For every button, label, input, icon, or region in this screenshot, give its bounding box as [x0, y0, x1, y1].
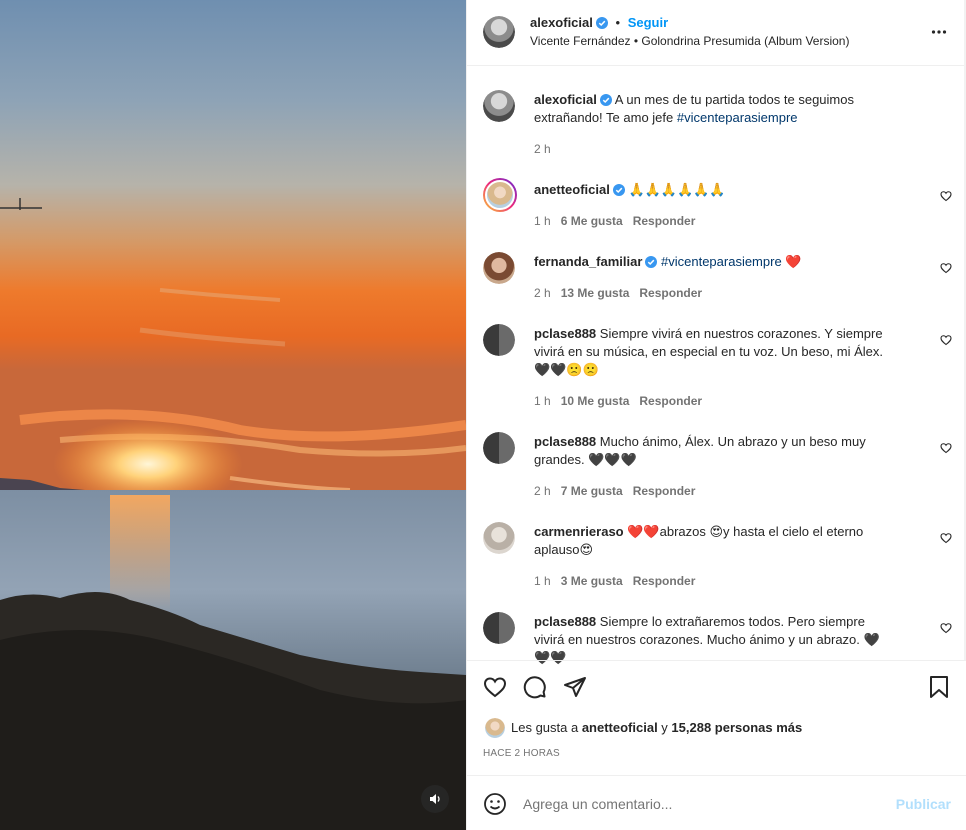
comment-input[interactable]: [523, 793, 883, 815]
comment-avatar[interactable]: [483, 178, 517, 212]
heart-icon[interactable]: [483, 675, 507, 699]
likes-prefix: Les gusta a: [511, 720, 582, 735]
author-avatar[interactable]: [483, 16, 515, 48]
reply-button[interactable]: Responder: [633, 574, 696, 588]
emoji-icon[interactable]: [483, 792, 507, 816]
more-options-button[interactable]: [931, 24, 947, 45]
comment-username[interactable]: anetteoficial: [534, 182, 610, 197]
comment-text: pclase888 Mucho ánimo, Álex. Un abrazo y…: [534, 433, 894, 469]
post-timestamp[interactable]: HACE 2 HORAS: [483, 748, 560, 759]
comment-time[interactable]: 1 h: [534, 214, 551, 228]
comment-avatar[interactable]: [483, 432, 515, 464]
comment-likes[interactable]: 10 Me gusta: [561, 394, 630, 408]
heart-icon[interactable]: [940, 532, 952, 544]
comment-time[interactable]: 1 h: [534, 394, 551, 408]
comment-meta: 1 h 10 Me gusta Responder: [534, 394, 702, 408]
heart-icon[interactable]: [940, 190, 952, 202]
share-icon[interactable]: [563, 675, 587, 699]
more-icon: [931, 30, 947, 34]
likes-avatar[interactable]: [485, 718, 505, 738]
header-separator: •: [615, 15, 621, 30]
audio-attribution[interactable]: Vicente Fernández • Golondrina Presumida…: [530, 34, 849, 48]
comment-username[interactable]: pclase888: [534, 434, 596, 449]
post-media[interactable]: [0, 0, 466, 830]
likes-first-user[interactable]: anetteoficial: [582, 720, 658, 735]
comment-text: pclase888 Siempre vivirá en nuestros cor…: [534, 325, 894, 379]
caption-text: alexoficial A un mes de tu partida todos…: [534, 91, 894, 127]
comment-text: anetteoficial 🙏🙏🙏🙏🙏🙏: [534, 181, 894, 199]
post-panel: alexoficial • Seguir Vicente Fernández •…: [466, 0, 966, 830]
comment-avatar[interactable]: [483, 324, 515, 356]
verified-icon: [612, 184, 625, 196]
comment-time[interactable]: 1 h: [534, 574, 551, 588]
comment-icon[interactable]: [523, 675, 547, 699]
comment-text: carmenrieraso ❤️❤️abrazos 😍y hasta el ci…: [534, 523, 894, 559]
post-header: alexoficial • Seguir Vicente Fernández •…: [467, 0, 966, 66]
heart-icon[interactable]: [940, 442, 952, 454]
post-modal: alexoficial • Seguir Vicente Fernández •…: [0, 0, 966, 830]
comment-text: pclase888 Siempre lo extrañaremos todos.…: [534, 613, 894, 667]
sunset-video: [0, 0, 466, 830]
post-actions: Les gusta a anetteoficial y 15,288 perso…: [467, 660, 966, 775]
heart-icon[interactable]: [940, 334, 952, 346]
publish-button[interactable]: Publicar: [896, 796, 951, 812]
comment-meta: 1 h 6 Me gusta Responder: [534, 214, 695, 228]
caption-time[interactable]: 2 h: [534, 142, 551, 156]
comment-likes[interactable]: 13 Me gusta: [561, 286, 630, 300]
verified-icon: [595, 17, 608, 29]
comment-meta: 1 h 3 Me gusta Responder: [534, 574, 695, 588]
comment-likes[interactable]: 7 Me gusta: [561, 484, 623, 498]
reply-button[interactable]: Responder: [633, 484, 696, 498]
comment-username[interactable]: pclase888: [534, 326, 596, 341]
audio-toggle-button[interactable]: [421, 785, 449, 813]
comment-meta: 2 h 13 Me gusta Responder: [534, 286, 702, 300]
verified-icon: [645, 256, 658, 268]
comment-time[interactable]: 2 h: [534, 286, 551, 300]
comment-text: fernanda_familiar #vicenteparasiempre ❤️: [534, 253, 894, 271]
comment-avatar[interactable]: [483, 252, 515, 284]
comment-avatar[interactable]: [483, 522, 515, 554]
comment-username[interactable]: pclase888: [534, 614, 596, 629]
author-username[interactable]: alexoficial: [530, 15, 593, 30]
comment-username[interactable]: carmenrieraso: [534, 524, 624, 539]
comment-body[interactable]: #vicenteparasiempre ❤️: [661, 254, 801, 269]
heart-icon[interactable]: [940, 622, 952, 634]
comment-likes[interactable]: 6 Me gusta: [561, 214, 623, 228]
likes-conjunction: y: [657, 720, 672, 735]
caption-avatar[interactable]: [483, 90, 515, 122]
reply-button[interactable]: Responder: [639, 286, 702, 300]
reply-button[interactable]: Responder: [639, 394, 702, 408]
comment-username[interactable]: fernanda_familiar: [534, 254, 642, 269]
reply-button[interactable]: Responder: [633, 214, 696, 228]
audio-icon: [430, 794, 440, 804]
verified-icon: [599, 94, 612, 106]
comment-meta: 2 h 7 Me gusta Responder: [534, 484, 695, 498]
comment-likes[interactable]: 3 Me gusta: [561, 574, 623, 588]
bookmark-icon[interactable]: [927, 675, 951, 699]
likes-others[interactable]: 15,288 personas más: [671, 720, 802, 735]
likes-summary: Les gusta a anetteoficial y 15,288 perso…: [511, 720, 802, 735]
comment-avatar[interactable]: [483, 612, 515, 644]
add-comment-bar: Publicar: [467, 775, 966, 830]
comment-body: 🙏🙏🙏🙏🙏🙏: [628, 182, 726, 197]
comment-time[interactable]: 2 h: [534, 484, 551, 498]
heart-icon[interactable]: [940, 262, 952, 274]
follow-button[interactable]: Seguir: [628, 15, 668, 30]
caption-hashtag[interactable]: #vicenteparasiempre: [677, 110, 798, 125]
caption-username[interactable]: alexoficial: [534, 92, 597, 107]
